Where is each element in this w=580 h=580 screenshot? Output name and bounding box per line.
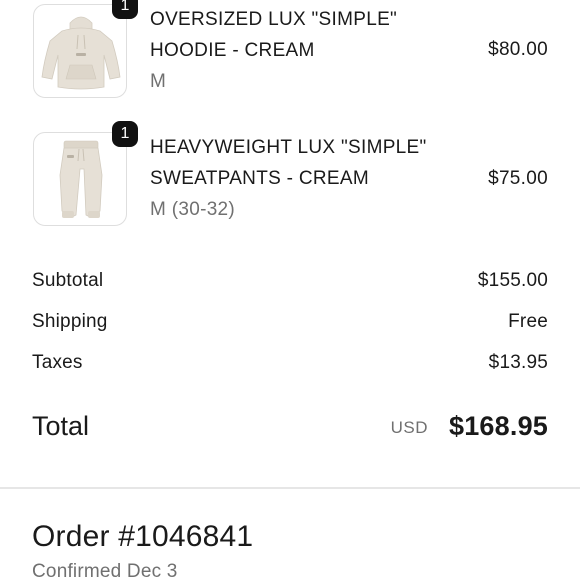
- line-item-sweatpants[interactable]: 1 HEAVYWEIGHT LUX "SIMPLE" SWEATPANTS - …: [0, 121, 580, 236]
- product-variant: M: [150, 71, 167, 92]
- product-variant: M (30-32): [150, 199, 236, 220]
- taxes-row: Taxes $13.95: [32, 351, 548, 375]
- subtotal-row: Subtotal $155.00: [32, 269, 548, 293]
- order-confirmation: 1 OVERSIZED LUX "SIMPLE" HOODIE - CREAM …: [0, 0, 580, 580]
- taxes-value: $13.95: [488, 352, 548, 373]
- total-row: Total USD $168.95: [32, 408, 548, 444]
- product-price: $80.00: [488, 39, 548, 60]
- product-thumbnail[interactable]: 1: [33, 0, 138, 98]
- quantity-badge: 1: [112, 0, 138, 19]
- line-item-hoodie[interactable]: 1 OVERSIZED LUX "SIMPLE" HOODIE - CREAM …: [0, 0, 580, 110]
- hoodie-image: [41, 16, 121, 90]
- currency-code: USD: [390, 418, 428, 437]
- quantity-badge: 1: [112, 121, 138, 147]
- total-label: Total: [32, 411, 90, 441]
- subtotal-value: $155.00: [477, 270, 548, 291]
- product-title-line1: HEAVYWEIGHT LUX "SIMPLE": [150, 137, 427, 158]
- section-divider: [0, 487, 580, 489]
- confirmation-date: Confirmed Dec 3: [32, 561, 178, 580]
- product-price: $75.00: [488, 168, 548, 189]
- total-amount: $168.95: [449, 411, 548, 441]
- product-thumbnail[interactable]: 1: [33, 121, 138, 226]
- product-title-line1: OVERSIZED LUX "SIMPLE": [150, 9, 398, 30]
- shipping-row: Shipping Free: [32, 310, 548, 334]
- taxes-label: Taxes: [32, 352, 83, 373]
- product-title-line2: SWEATPANTS - CREAM: [150, 168, 369, 189]
- order-number: Order #1046841: [32, 520, 254, 553]
- shipping-label: Shipping: [32, 311, 108, 332]
- sweatpants-image: [59, 140, 103, 218]
- shipping-value: Free: [508, 311, 548, 332]
- subtotal-label: Subtotal: [32, 270, 104, 291]
- product-title-line2: HOODIE - CREAM: [150, 40, 315, 61]
